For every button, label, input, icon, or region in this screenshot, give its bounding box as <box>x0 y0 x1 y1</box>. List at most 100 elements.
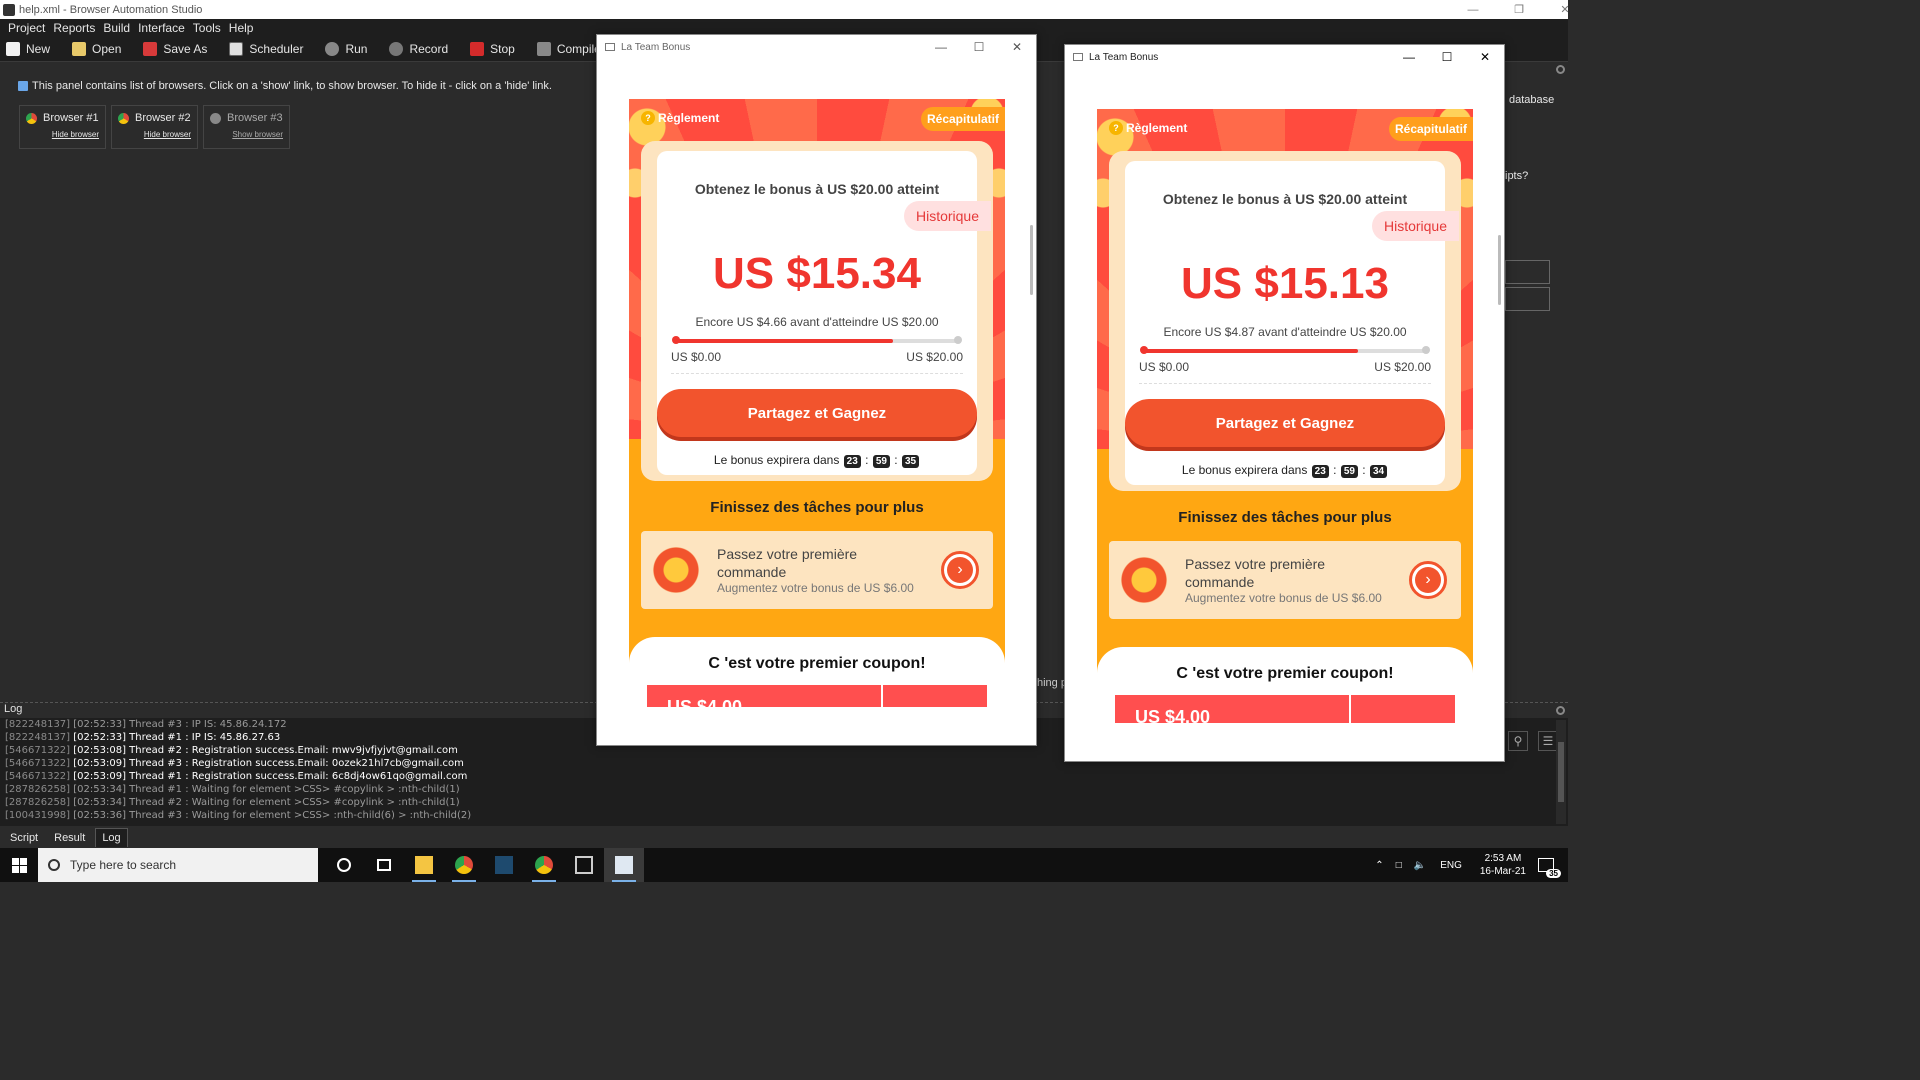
recap-button[interactable]: Récapitulatif <box>920 107 1005 131</box>
page-scrollbar[interactable] <box>1030 225 1033 295</box>
network-icon[interactable]: □ <box>1396 860 1402 871</box>
bonus-card: Obtenez le bonus à US $20.00 atteint His… <box>1125 161 1459 485</box>
hide-browser-link[interactable]: Hide browser <box>118 130 191 139</box>
side-text-ipts: ipts? <box>1505 170 1529 182</box>
open-button[interactable]: Open <box>72 41 121 56</box>
compile-button[interactable]: Compile <box>536 41 601 56</box>
historique-button[interactable]: Historique <box>1371 211 1459 241</box>
tab-script[interactable]: Script <box>4 829 44 847</box>
task-view-icon[interactable] <box>364 848 404 882</box>
range-high: US $20.00 <box>1374 360 1431 374</box>
timer-hours: 23 <box>843 455 861 468</box>
window-title: La Team Bonus <box>621 41 691 53</box>
chrome-icon <box>118 112 129 124</box>
coupon-section: C 'est votre premier coupon! US $4.00 <box>629 637 1005 707</box>
task-card[interactable]: Passez votre première commande Augmentez… <box>641 531 993 609</box>
window-icon <box>1073 53 1083 61</box>
volume-icon[interactable]: 🔈 <box>1414 860 1426 871</box>
record-button[interactable]: Record <box>389 41 448 56</box>
tab-result[interactable]: Result <box>48 829 91 847</box>
recap-button[interactable]: Récapitulatif <box>1388 117 1473 141</box>
clock[interactable]: 2:53 AM 16-Mar-21 <box>1480 852 1526 878</box>
browser-panel-info: This panel contains list of browsers. Cl… <box>18 80 552 92</box>
close-icon[interactable]: ✕ <box>998 35 1036 59</box>
side-text-hing: hing p <box>1037 677 1067 689</box>
bas-icon[interactable] <box>564 848 604 882</box>
reglement-link[interactable]: ? Règlement <box>641 111 719 125</box>
file-explorer-icon[interactable] <box>404 848 444 882</box>
close-icon[interactable]: ✕ <box>1542 0 1588 19</box>
log-scrollbar[interactable] <box>1556 720 1566 824</box>
coins-icon <box>653 547 699 593</box>
browser-name: Browser #2 <box>135 112 191 124</box>
side-input-1[interactable] <box>1505 260 1550 284</box>
gear-icon[interactable] <box>1556 65 1565 74</box>
menu-help[interactable]: Help <box>229 21 254 35</box>
cortana-icon[interactable] <box>324 848 364 882</box>
new-button[interactable]: New <box>6 41 50 56</box>
scheduler-button[interactable]: Scheduler <box>229 41 303 56</box>
language-indicator[interactable]: ENG <box>1440 860 1462 871</box>
log-tools: ⚲ ☰ <box>1498 731 1558 751</box>
chrome-icon[interactable] <box>444 848 484 882</box>
progress-fill <box>675 339 893 343</box>
menu-project[interactable]: Project <box>8 21 45 35</box>
reglement-link[interactable]: ? Règlement <box>1109 121 1187 135</box>
coupon-title: C 'est votre premier coupon! <box>1176 665 1394 682</box>
notification-icon[interactable]: 35 <box>1538 858 1561 878</box>
run-button[interactable]: Run <box>325 41 367 56</box>
menu-interface[interactable]: Interface <box>138 21 185 35</box>
menu-icon[interactable]: ☰ <box>1538 731 1558 751</box>
gear-icon[interactable] <box>1556 706 1565 715</box>
tab-log[interactable]: Log <box>95 828 128 847</box>
maximize-icon[interactable]: ☐ <box>960 35 998 59</box>
task-title: Passez votre première commande <box>1185 556 1326 590</box>
search-icon[interactable]: ⚲ <box>1508 731 1528 751</box>
expire-countdown: Le bonus expirera dans 23 : 59 : 35 <box>657 453 977 468</box>
share-and-earn-button[interactable]: Partagez et Gagnez <box>657 389 977 437</box>
minimize-icon[interactable]: — <box>922 35 960 59</box>
minimize-icon[interactable]: — <box>1450 0 1496 19</box>
menu-reports[interactable]: Reports <box>53 21 95 35</box>
menu-tools[interactable]: Tools <box>193 21 221 35</box>
timer-minutes: 59 <box>872 455 890 468</box>
chevron-right-icon[interactable]: › <box>941 551 979 589</box>
remaining-text: Encore US $4.66 avant d'atteindre US $20… <box>695 315 939 329</box>
bonus-amount: US $15.34 <box>713 249 921 298</box>
hide-browser-link[interactable]: Hide browser <box>26 130 99 139</box>
start-button[interactable] <box>0 848 38 882</box>
window-title-bar: La Team Bonus — ☐ ✕ <box>1065 45 1504 69</box>
close-icon[interactable]: ✕ <box>1466 45 1504 69</box>
window-title-bar: La Team Bonus — ☐ ✕ <box>597 35 1036 59</box>
progress-fill <box>1143 349 1358 353</box>
stop-button[interactable]: Stop <box>470 41 515 56</box>
side-input-2[interactable] <box>1505 287 1550 311</box>
range-high: US $20.00 <box>906 350 963 364</box>
browser-card-2: Browser #2 Hide browser <box>111 105 198 149</box>
share-and-earn-button[interactable]: Partagez et Gagnez <box>1125 399 1445 447</box>
maximize-icon[interactable]: ☐ <box>1428 45 1466 69</box>
app-icon[interactable] <box>484 848 524 882</box>
bottom-tabs: Script Result Log <box>0 827 1568 848</box>
app-title: help.xml - Browser Automation Studio <box>19 3 203 16</box>
browser-card-3: Browser #3 Show browser <box>203 105 290 149</box>
restore-icon[interactable]: ❐ <box>1496 0 1542 19</box>
side-text-database: database <box>1509 94 1555 106</box>
play-icon <box>325 41 340 56</box>
taskbar-search[interactable]: Type here to search <box>38 848 318 882</box>
show-browser-link[interactable]: Show browser <box>210 130 283 139</box>
coupon-ticket[interactable]: US $4.00 <box>1115 695 1455 723</box>
task-card[interactable]: Passez votre première commande Augmentez… <box>1109 541 1461 619</box>
save-as-button[interactable]: Save As <box>143 41 207 56</box>
chevron-right-icon[interactable]: › <box>1409 561 1447 599</box>
page-scrollbar[interactable] <box>1498 235 1501 305</box>
chrome-icon[interactable] <box>524 848 564 882</box>
chevron-up-icon[interactable]: ⌃ <box>1375 860 1383 871</box>
window-icon[interactable] <box>604 848 644 882</box>
coupon-ticket[interactable]: US $4.00 <box>647 685 987 707</box>
bonus-card: Obtenez le bonus à US $20.00 atteint His… <box>657 151 991 475</box>
bonus-window-1: La Team Bonus — ☐ ✕ ? Règlement Récapitul… <box>596 34 1037 746</box>
menu-build[interactable]: Build <box>103 21 130 35</box>
historique-button[interactable]: Historique <box>903 201 991 231</box>
minimize-icon[interactable]: — <box>1390 45 1428 69</box>
